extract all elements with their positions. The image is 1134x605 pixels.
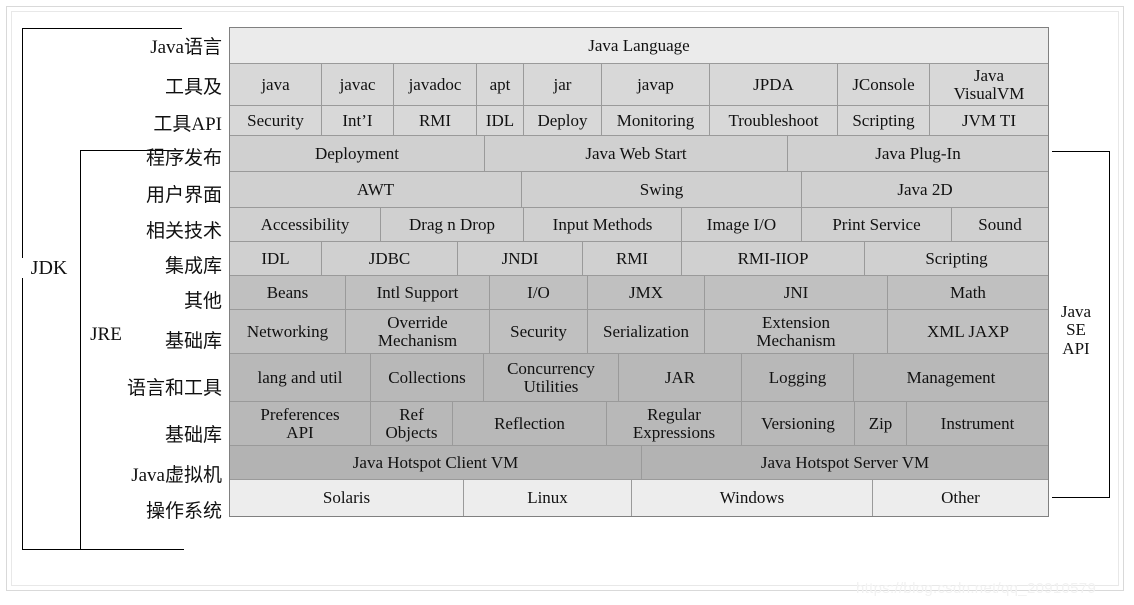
grid-cell: Zip (855, 402, 907, 445)
grid-cell: Concurrency Utilities (484, 354, 619, 401)
grid-cell: AWT (230, 172, 522, 207)
row-label-user-interface-toolkits: 用户界面 (145, 184, 222, 206)
grid-cell: Int’I (322, 106, 394, 135)
grid-row-java-language: Java Language (230, 28, 1048, 64)
grid-cell: JNDI (458, 242, 583, 275)
grid-cell: Math (888, 276, 1048, 309)
grid-row-lang-and-util-base: lang and util Collections Concurrency Util… (230, 354, 1048, 402)
row-label-lang-base-libraries: 基础库 (164, 330, 222, 352)
grid-cell: Override Mechanism (346, 310, 490, 353)
grid-cell: RMI (583, 242, 682, 275)
grid-cell: Beans (230, 276, 346, 309)
grid-cell: javap (601, 64, 710, 105)
grid-cell: Java Language (230, 28, 1048, 63)
grid-cell: Security (230, 106, 322, 135)
architecture-grid: Java Language java javac javadoc apt jar javap… (229, 27, 1049, 517)
java-se-api-bracket-label: Java SE API (1053, 302, 1099, 359)
row-label-integration-libraries: 集成库 (164, 255, 222, 277)
row-label-java-virtual-machine: Java虚拟机 (131, 464, 222, 486)
grid-cell: Scripting (865, 242, 1048, 275)
grid-row-operating-systems: Solaris Linux Windows Other (230, 480, 1048, 516)
grid-cell: Networking (230, 310, 346, 353)
grid-cell: Other (873, 480, 1048, 516)
row-label-base-libraries-2: 基础库 (164, 424, 222, 446)
row-label-other-base-libraries: 其他 (183, 290, 222, 312)
grid-cell: Linux (464, 480, 632, 516)
grid-cell: JVM TI (929, 106, 1048, 135)
grid-cell: Instrument (907, 402, 1048, 445)
grid-cell: Java VisualVM (929, 64, 1048, 105)
grid-cell: Deployment (230, 136, 485, 171)
watermark-text: https://blog.csdn.net/qq_20910579 (856, 580, 1097, 597)
row-label-tools: 工具及 (164, 76, 222, 98)
grid-cell: Versioning (742, 402, 855, 445)
grid-cell: Logging (742, 354, 854, 401)
grid-cell: Extension Mechanism (705, 310, 888, 353)
row-label-lang-and-util-base: 语言和工具 (126, 377, 222, 399)
grid-cell: Intl Support (346, 276, 490, 309)
grid-cell: Reflection (453, 402, 607, 445)
grid-row-other-base-libraries: Beans Intl Support I/O JMX JNI Math (230, 276, 1048, 310)
row-label-deployment: 程序发布 (145, 147, 222, 169)
grid-cell: Troubleshoot (709, 106, 838, 135)
row-label-java-language: Java语言 (150, 36, 222, 58)
grid-cell: JAR (619, 354, 742, 401)
grid-cell: Security (490, 310, 588, 353)
grid-cell: Windows (632, 480, 873, 516)
grid-cell: JDBC (322, 242, 458, 275)
grid-cell: Regular Expressions (607, 402, 742, 445)
grid-row-user-interface-toolkits: AWT Swing Java 2D (230, 172, 1048, 208)
grid-cell: Collections (371, 354, 484, 401)
grid-cell: javac (322, 64, 394, 105)
grid-cell: RMI (394, 106, 477, 135)
grid-cell: IDL (230, 242, 322, 275)
grid-row-lang-base-libraries: Networking Override Mechanism Security Seri… (230, 310, 1048, 354)
java-platform-diagram: JDK JRE Java SE API Java语言 工具及 工具API 程序发布 用户… (0, 0, 1134, 605)
grid-cell: javadoc (394, 64, 477, 105)
grid-cell: jar (524, 64, 602, 105)
grid-cell: apt (477, 64, 524, 105)
grid-cell: java (230, 64, 322, 105)
grid-cell: I/O (490, 276, 588, 309)
grid-cell: IDL (477, 106, 524, 135)
grid-cell: XML JAXP (888, 310, 1048, 353)
grid-cell: Image I/O (682, 208, 802, 241)
grid-cell: Drag n Drop (381, 208, 524, 241)
grid-cell: Java Web Start (485, 136, 788, 171)
grid-row-java-virtual-machine: Java Hotspot Client VM Java Hotspot Serve… (230, 446, 1048, 480)
grid-cell: Sound (952, 208, 1048, 241)
grid-cell: Java 2D (802, 172, 1048, 207)
grid-cell: Preferences API (230, 402, 371, 445)
grid-cell: JConsole (837, 64, 930, 105)
grid-row-integration-libraries: IDL JDBC JNDI RMI RMI-IIOP Scripting (230, 242, 1048, 276)
row-label-tools-api: 工具API (153, 113, 222, 135)
grid-cell: Accessibility (230, 208, 381, 241)
grid-cell: lang and util (230, 354, 371, 401)
grid-cell: Print Service (802, 208, 952, 241)
grid-cell: Java Hotspot Client VM (230, 446, 642, 479)
grid-cell: Java Hotspot Server VM (642, 446, 1048, 479)
grid-row-related-technologies: Accessibility Drag n Drop Input Methods Ima… (230, 208, 1048, 242)
grid-cell: Solaris (230, 480, 464, 516)
grid-row-base-libraries-2: Preferences API Ref Objects Reflection Regu… (230, 402, 1048, 446)
grid-row-deployment: Deployment Java Web Start Java Plug-In (230, 136, 1048, 172)
grid-cell: Swing (522, 172, 802, 207)
grid-cell: Monitoring (601, 106, 710, 135)
grid-cell: JPDA (709, 64, 838, 105)
grid-cell: Management (854, 354, 1048, 401)
grid-cell: Ref Objects (371, 402, 453, 445)
grid-cell: Deploy (524, 106, 602, 135)
grid-cell: Java Plug-In (788, 136, 1048, 171)
grid-cell: Input Methods (524, 208, 682, 241)
grid-row-tools-api: Security Int’I RMI IDL Deploy Monitoring Troub… (230, 106, 1048, 136)
grid-cell: JNI (705, 276, 888, 309)
grid-row-tools: java javac javadoc apt jar javap JPDA JConsole J… (230, 64, 1048, 106)
row-label-related-technologies: 相关技术 (145, 220, 222, 242)
grid-cell: RMI-IIOP (682, 242, 865, 275)
row-label-operating-systems: 操作系统 (145, 500, 222, 522)
grid-cell: JMX (588, 276, 705, 309)
grid-cell: Scripting (837, 106, 930, 135)
grid-cell: Serialization (588, 310, 705, 353)
